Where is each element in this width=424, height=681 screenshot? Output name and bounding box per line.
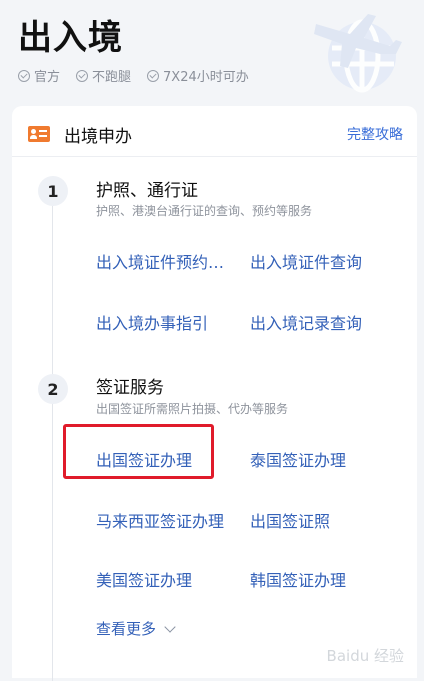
feature-label: 7X24小时可办 <box>163 70 249 85</box>
card-header: 出境申办 完整攻略 <box>28 122 403 147</box>
divider <box>12 156 417 157</box>
section-subtitle: 护照、港澳台通行证的查询、预约等服务 <box>96 204 313 218</box>
feature-24h: 7X24小时可办 <box>147 66 249 85</box>
section-title: 签证服务 <box>96 378 164 398</box>
globe-airplane-icon <box>314 14 402 93</box>
view-more-button[interactable]: 查看更多 <box>96 618 176 639</box>
service-link[interactable]: 出入境证件预约… <box>96 249 224 273</box>
exit-application-card: 出境申办 完整攻略 1 护照、通行证 护照、港澳台通行证的查询、预约等服务 出入… <box>12 106 417 681</box>
watermark: Baidu 经验 <box>326 647 404 665</box>
service-link[interactable]: 泰国签证办理 <box>250 447 346 471</box>
feature-official: 官方 <box>18 66 60 85</box>
feature-label: 不跑腿 <box>92 70 132 85</box>
step-number: 2 <box>38 374 68 404</box>
service-link[interactable]: 美国签证办理 <box>96 567 192 591</box>
timeline-line <box>52 201 53 681</box>
header: 出入境 官方 不跑腿 7X24小时可办 <box>0 0 424 110</box>
feature-list: 官方 不跑腿 7X24小时可办 <box>18 66 249 85</box>
section-subtitle: 出国签证所需照片拍摄、代办等服务 <box>96 402 289 416</box>
check-circle-icon <box>147 69 160 82</box>
service-link[interactable]: 出入境办事指引 <box>96 310 208 334</box>
check-circle-icon <box>18 69 30 82</box>
page-title: 出入境 <box>18 18 123 58</box>
service-link[interactable]: 出入境证件查询 <box>250 249 362 273</box>
service-link[interactable]: 出国签证办理 <box>96 447 192 471</box>
view-more-label: 查看更多 <box>96 620 157 638</box>
service-link[interactable]: 马来西亚签证办理 <box>96 508 224 532</box>
section-title: 护照、通行证 <box>96 181 198 201</box>
service-link[interactable]: 韩国签证办理 <box>250 567 346 591</box>
service-link[interactable]: 出入境记录查询 <box>250 310 362 334</box>
id-card-icon <box>28 126 50 142</box>
feature-label: 官方 <box>34 70 61 85</box>
step-number: 1 <box>38 176 68 206</box>
full-guide-link[interactable]: 完整攻略 <box>347 124 403 144</box>
card-title: 出境申办 <box>64 126 132 147</box>
chevron-down-icon <box>164 620 176 633</box>
check-circle-icon <box>76 69 89 82</box>
feature-no-errand: 不跑腿 <box>76 66 131 85</box>
service-link[interactable]: 出国签证照 <box>250 508 330 532</box>
